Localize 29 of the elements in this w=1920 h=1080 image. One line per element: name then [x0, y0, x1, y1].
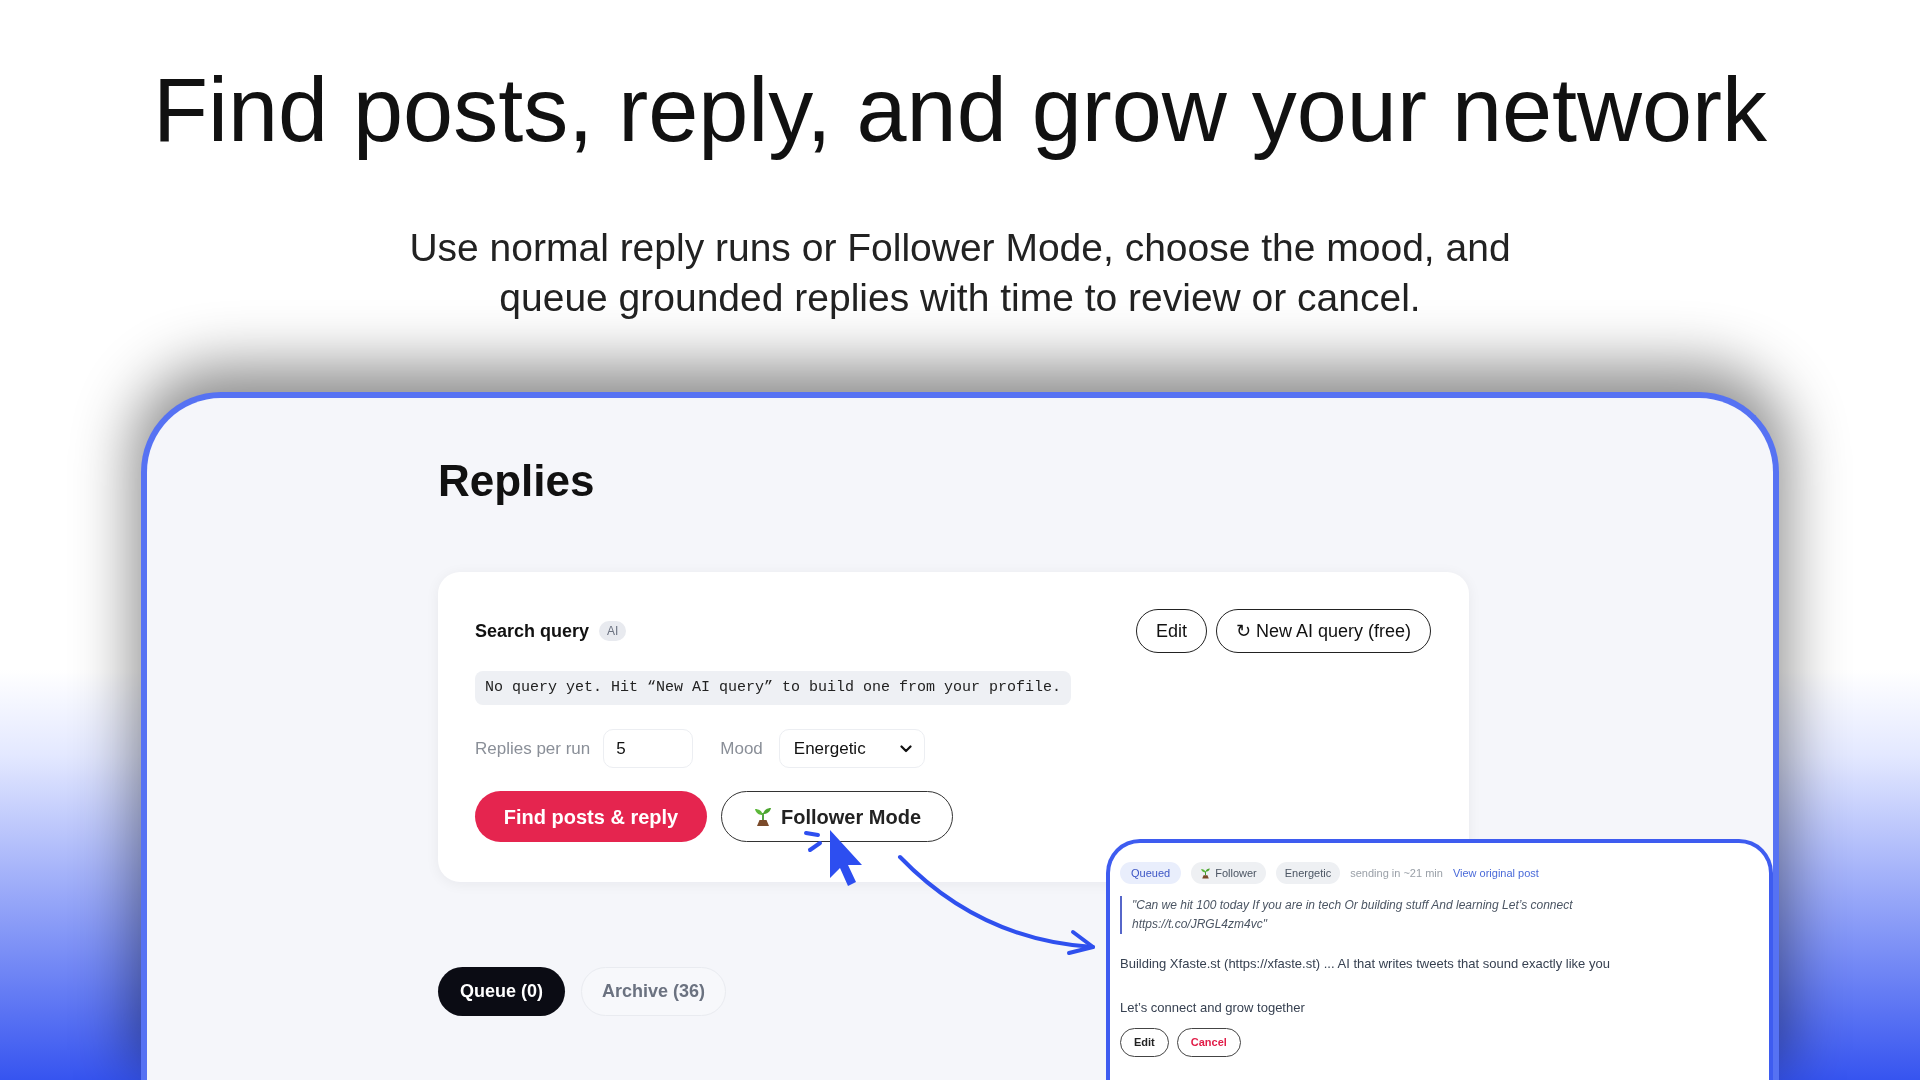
- new-query-button[interactable]: ↻ New AI query (free): [1215, 609, 1431, 653]
- send-time-text: sending in ~21 min: [1350, 865, 1443, 881]
- tab[interactable]: Queue (0): [438, 967, 565, 1016]
- query-preview: No query yet. Hit “New AI query” to build one from your profile.: [475, 671, 1072, 705]
- tab[interactable]: Archive (36): [581, 967, 727, 1016]
- follower-mode-button[interactable]: Follower Mode: [721, 791, 953, 842]
- cancel-button[interactable]: Cancel: [1176, 1028, 1241, 1057]
- mood-tag: Energetic: [1275, 862, 1341, 884]
- reply-text: Let’s connect and grow together: [1120, 999, 1305, 1017]
- replies-per-run-label: Replies per run: [475, 737, 591, 760]
- chevron-down-icon: [899, 744, 912, 753]
- status-tag: Queued: [1120, 862, 1182, 884]
- mood-label: Mood: [720, 737, 763, 760]
- edit-button[interactable]: Edit: [1135, 609, 1207, 653]
- headline: Find posts, reply, and grow your network: [152, 59, 1768, 162]
- reply-text: Building Xfaste.st (https://xfaste.st) ... AI that writes tweets that sound exactly like you: [1120, 955, 1610, 973]
- seedling-icon: [1200, 867, 1212, 879]
- replies-per-run-input[interactable]: 5: [603, 729, 694, 768]
- mode-tag: Follower: [1191, 862, 1266, 884]
- edit-button[interactable]: Edit: [1120, 1028, 1169, 1057]
- find-posts-button[interactable]: Find posts & reply: [475, 791, 707, 842]
- mood-select[interactable]: Energetic: [778, 729, 925, 768]
- view-post-link[interactable]: View original post: [1452, 864, 1539, 882]
- subheadline: Use normal reply runs or Follower Mode, choose the mood, and queue grounded replies with time to review or cancel.: [408, 225, 1512, 321]
- quoted-post: "Can we hit 100 today If you are in tech Or building stuff And learning Let’s connect https://t.co/JRGL4zm4vc": [1120, 896, 1665, 934]
- search-query-label: Search query: [475, 619, 590, 643]
- seedling-icon: [753, 806, 773, 827]
- ai-tag: AI: [599, 621, 627, 641]
- page-title: Replies: [438, 455, 595, 507]
